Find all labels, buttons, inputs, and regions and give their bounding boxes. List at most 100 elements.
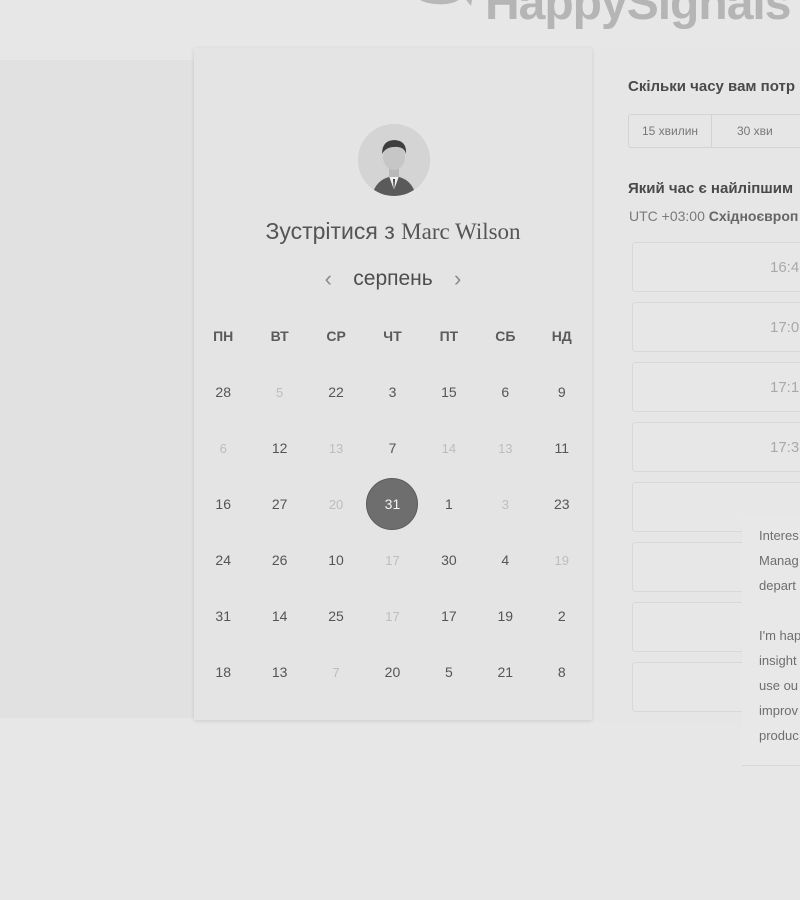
calendar-week-row: 18 13 7 20 5 21 8 [194,644,592,700]
time-slot-label: 16:4 [770,259,800,276]
calendar-day[interactable]: 2 [534,588,590,644]
calendar-day-number: 5 [444,664,453,680]
chat-message-line: produc [759,728,799,743]
calendar-day-number: 23 [553,496,570,512]
calendar-day[interactable]: 26 [251,532,307,588]
duration-selector: 15 хвилин 30 хви [628,114,800,148]
calendar-day-number: 8 [557,664,566,680]
calendar-day[interactable]: 6 [477,364,533,420]
calendar-day: 14 [421,420,477,476]
calendar-day[interactable]: 28 [195,364,251,420]
calendar-day[interactable]: 1 [421,476,477,532]
time-question: Який час є найліпшим [628,180,794,197]
calendar-day: 3 [477,476,533,532]
calendar-day[interactable]: 24 [195,532,251,588]
calendar-day-number: 27 [271,496,288,512]
calendar-day-number: 31 [366,478,419,530]
happysignals-logo: HappySignals [405,0,791,30]
calendar-day[interactable]: 4 [477,532,533,588]
chat-message-line: Interes [759,528,799,543]
host-avatar [358,124,430,196]
weekday-label: ЧТ [383,328,402,344]
calendar-day[interactable]: 15 [421,364,477,420]
calendar-day-number: 16 [215,496,231,512]
calendar-day: 13 [477,420,533,476]
calendar-day-number: 12 [271,440,288,456]
time-slot-button[interactable]: 17:3 [632,422,800,472]
calendar-day[interactable]: 27 [251,476,307,532]
timezone-name: Східноєвроп [708,208,799,224]
calendar-day[interactable]: 23 [534,476,590,532]
calendar-day[interactable]: 9 [534,364,590,420]
calendar-day[interactable]: 21 [477,644,533,700]
calendar-day-number: 18 [215,664,231,680]
calendar-day-number: 3 [388,384,397,400]
calendar-day-number: 24 [215,552,231,568]
calendar-day[interactable]: 25 [308,588,364,644]
calendar-day-number: 22 [328,384,344,400]
timezone-offset: UTC +03:00 [629,208,705,224]
calendar-day-number: 3 [501,496,509,512]
calendar-day[interactable]: 17 [421,588,477,644]
calendar-day-number: 17 [441,608,457,624]
calendar-day-number: 11 [554,440,569,456]
calendar-day[interactable]: 31 [195,588,251,644]
duration-option-15[interactable]: 15 хвилин [629,115,712,147]
calendar-day[interactable]: 19 [477,588,533,644]
calendar-day[interactable]: 3 [364,364,420,420]
calendar-day-selected[interactable]: 31 [364,476,420,532]
calendar-day-number: 20 [328,496,344,512]
calendar-day[interactable]: 20 [364,644,420,700]
time-slot-button[interactable]: 16:4 [632,242,800,292]
weekday-header: ПН ВТ СР ЧТ ПТ СБ НД [194,328,592,344]
next-month-chevron-icon[interactable]: › [451,266,465,292]
duration-question: Скільки часу вам потр [628,78,796,95]
calendar-day[interactable]: 18 [195,644,251,700]
calendar-week-row: 28 5 22 3 15 6 9 [194,364,592,420]
weekday-label: СР [326,328,346,344]
left-panel [0,60,194,718]
duration-option-30[interactable]: 30 хви [712,115,800,147]
timezone-label[interactable]: UTC +03:00 Східноєвроп [629,208,798,224]
host-name: Marc Wilson [401,219,521,244]
calendar-day: 20 [308,476,364,532]
calendar-day-number: 17 [385,552,400,568]
calendar-week-row: 24 26 10 17 30 4 19 [194,532,592,588]
calendar-day-number: 1 [444,496,453,512]
calendar-day[interactable]: 5 [421,644,477,700]
calendar-day-number: 6 [501,384,510,400]
meeting-title: Зустрітися з Marc Wilson [194,218,592,245]
calendar-week-row: 16 27 20 31 1 3 23 [194,476,592,532]
calendar-day-number: 31 [215,608,231,624]
calendar-day-number: 15 [441,384,457,400]
chat-message-bubble: Interes Manag depart I'm hap insight use ou im… [742,515,800,766]
chat-message-line: use ou [759,678,799,693]
calendar-day-number: 9 [557,384,566,400]
calendar-day-number: 13 [328,440,344,456]
calendar-day[interactable]: 22 [308,364,364,420]
previous-month-chevron-icon[interactable]: ‹ [321,266,335,292]
time-slot-button[interactable]: 17:1 [632,362,800,412]
calendar-day[interactable]: 13 [251,644,307,700]
calendar-day[interactable]: 11 [534,420,590,476]
time-slot-button[interactable]: 17:0 [632,302,800,352]
calendar-day-number: 28 [215,384,231,400]
calendar-day-number: 13 [271,664,288,680]
logo-text: HappySignals [485,0,791,30]
month-label: серпень [353,267,433,290]
calendar-day-number: 5 [276,384,284,400]
calendar-day[interactable]: 30 [421,532,477,588]
calendar-day[interactable]: 10 [308,532,364,588]
calendar-day[interactable]: 14 [251,588,307,644]
calendar-day: 5 [251,364,307,420]
time-slot-label: 17:1 [770,379,800,396]
calendar-day: 19 [534,532,590,588]
calendar-day-number: 2 [557,608,566,624]
calendar-day[interactable]: 16 [195,476,251,532]
meeting-title-prefix: Зустрітися з [265,218,395,244]
calendar-grid: 28 5 22 3 15 6 9 6 12 13 7 14 13 11 16 27 20 31 1 3 23 24 26 10… [194,364,592,700]
calendar-day[interactable]: 7 [364,420,420,476]
calendar-day-number: 10 [328,552,344,568]
calendar-day[interactable]: 12 [251,420,307,476]
calendar-day[interactable]: 8 [534,644,590,700]
